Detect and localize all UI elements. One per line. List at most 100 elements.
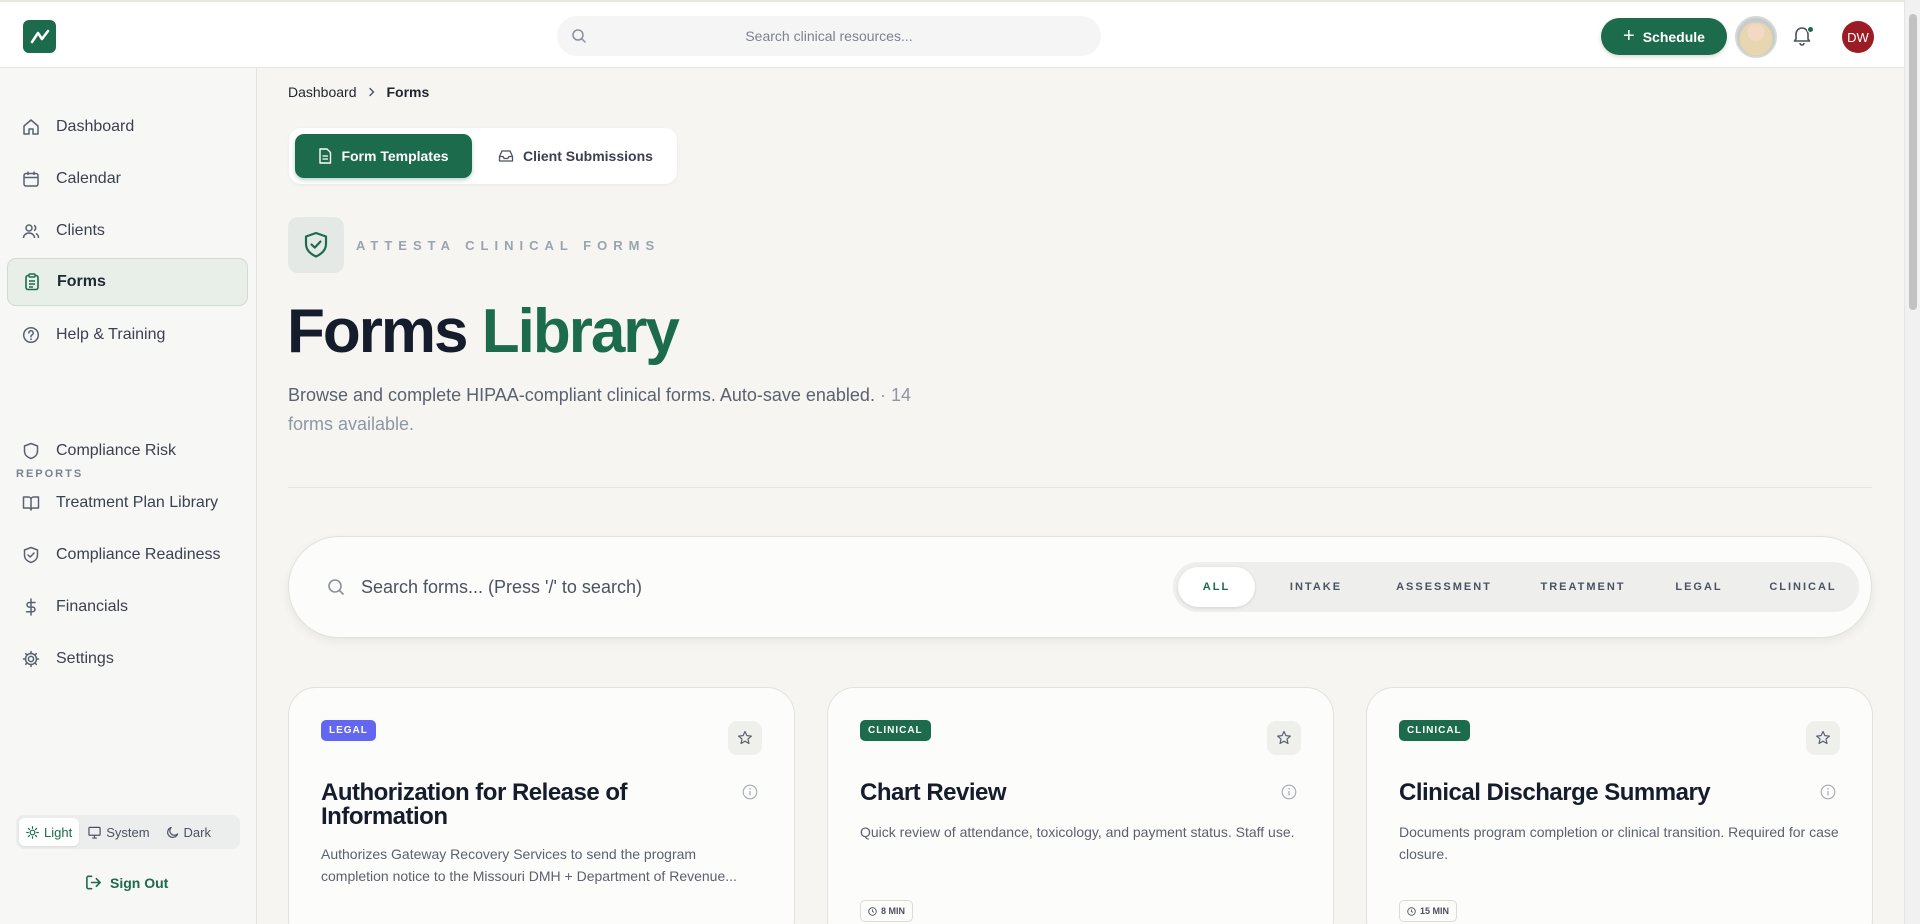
breadcrumb-dashboard[interactable]: Dashboard — [288, 84, 357, 100]
sidebar-item-forms[interactable]: Forms — [7, 258, 248, 306]
duration-label: 15 MIN — [1420, 906, 1450, 916]
tab-client-submissions-label: Client Submissions — [523, 148, 653, 164]
page-scrollbar[interactable] — [1904, 0, 1920, 924]
form-card-authorization[interactable]: LEGAL Authorization for Release of Infor… — [288, 687, 795, 924]
sidebar-item-compliance-risk[interactable]: Compliance Risk — [7, 427, 248, 475]
tab-form-templates[interactable]: Form Templates — [295, 134, 472, 178]
page-eyebrow: ATTESTA CLINICAL FORMS — [356, 238, 661, 253]
info-icon[interactable] — [1281, 784, 1297, 800]
sidebar-item-label: Calendar — [56, 170, 121, 187]
clipboard-icon — [22, 272, 42, 292]
search-icon — [572, 29, 586, 43]
sidebar-item-help[interactable]: Help & Training — [7, 311, 248, 359]
category-legal[interactable]: LEGAL — [1655, 567, 1743, 607]
logout-icon — [86, 875, 101, 890]
calendar-icon — [21, 169, 41, 189]
logo-icon — [30, 29, 49, 43]
category-treatment[interactable]: TREATMENT — [1521, 567, 1645, 607]
file-text-icon — [319, 148, 332, 164]
app-logo[interactable] — [23, 20, 56, 53]
help-circle-icon — [21, 325, 41, 345]
sidebar-item-settings[interactable]: Settings — [7, 635, 248, 683]
forms-shield-badge — [288, 217, 344, 273]
category-badge: CLINICAL — [860, 720, 931, 741]
tab-form-templates-label: Form Templates — [341, 148, 449, 164]
forms-tabs: Form Templates Client Submissions — [289, 128, 677, 184]
tab-client-submissions[interactable]: Client Submissions — [498, 134, 653, 178]
category-badge: LEGAL — [321, 720, 376, 741]
page-title-main: Forms — [287, 297, 468, 366]
forms-search-input[interactable]: Search forms... (Press '/' to search) — [305, 554, 1153, 620]
favorite-button[interactable] — [1806, 721, 1840, 755]
form-card-description: Documents program completion or clinical… — [1399, 824, 1839, 862]
user-photo-avatar[interactable] — [1735, 16, 1777, 58]
sidebar-item-treatment-plan-library[interactable]: Treatment Plan Library — [7, 479, 248, 527]
sidebar-item-calendar[interactable]: Calendar — [7, 155, 248, 203]
form-card-title: Clinical Discharge Summary — [1399, 779, 1711, 806]
user-avatar[interactable]: DW — [1842, 21, 1874, 53]
info-icon[interactable] — [1820, 784, 1836, 800]
page-subtitle: Browse and complete HIPAA-compliant clin… — [288, 381, 948, 439]
theme-system-option[interactable]: System — [81, 818, 156, 846]
theme-toggle: Light System Dark — [16, 815, 240, 849]
forms-filter-bar: Search forms... (Press '/' to search) AL… — [288, 536, 1872, 638]
category-badge: CLINICAL — [1399, 720, 1470, 741]
theme-system-label: System — [106, 824, 150, 840]
dollar-icon — [21, 597, 41, 617]
sidebar-item-clients[interactable]: Clients — [7, 207, 248, 255]
sign-out-label: Sign Out — [110, 874, 169, 891]
shield-icon — [21, 441, 41, 461]
schedule-label: Schedule — [1642, 28, 1705, 45]
favorite-button[interactable] — [728, 721, 762, 755]
home-icon — [21, 117, 41, 137]
divider — [288, 487, 1872, 488]
favorite-button[interactable] — [1267, 721, 1301, 755]
theme-light-option[interactable]: Light — [19, 818, 80, 846]
chevron-right-icon — [368, 87, 374, 97]
global-search-placeholder: Search clinical resources... — [745, 28, 913, 44]
page-title-accent: Library — [481, 297, 680, 366]
category-clinical[interactable]: CLINICAL — [1753, 567, 1853, 607]
global-search[interactable]: Search clinical resources... — [557, 16, 1101, 56]
category-intake[interactable]: INTAKE — [1265, 567, 1367, 607]
theme-dark-option[interactable]: Dark — [159, 818, 218, 846]
sidebar-item-label: Treatment Plan Library — [56, 494, 219, 511]
sidebar-item-label: Compliance Risk — [56, 442, 177, 459]
sun-icon — [26, 825, 39, 839]
sign-out-button[interactable]: Sign Out — [85, 874, 168, 891]
monitor-icon — [88, 826, 101, 839]
shield-check-icon — [304, 231, 328, 258]
sidebar-item-label: Financials — [56, 598, 129, 615]
sidebar-item-label: Help & Training — [56, 326, 166, 343]
sidebar-item-label: Clients — [56, 222, 105, 239]
category-assessment[interactable]: ASSESSMENT — [1377, 567, 1511, 607]
sidebar-item-dashboard[interactable]: Dashboard — [7, 103, 248, 151]
form-card-title: Authorization for Release of Information — [321, 779, 628, 830]
page-title: Forms Library — [287, 292, 680, 372]
scrollbar-thumb[interactable] — [1909, 14, 1917, 310]
search-icon — [328, 579, 344, 595]
top-bar: Search clinical resources... + Schedule … — [0, 0, 1904, 68]
breadcrumb-current: Forms — [386, 84, 430, 100]
book-icon — [21, 493, 41, 513]
duration-label: 8 MIN — [881, 906, 906, 916]
clock-icon — [1407, 906, 1416, 916]
plus-icon: + — [1623, 24, 1635, 47]
notification-dot — [1807, 26, 1814, 33]
duration-chip: 15 MIN — [1399, 900, 1458, 922]
form-card-discharge-summary[interactable]: CLINICAL Clinical Discharge Summary Docu… — [1366, 687, 1873, 924]
form-card-title: Chart Review — [860, 779, 1007, 806]
duration-chip: 8 MIN — [860, 900, 914, 922]
category-all[interactable]: ALL — [1178, 567, 1255, 607]
sidebar-item-compliance-readiness[interactable]: Compliance Readiness — [7, 531, 248, 579]
form-card-chart-review[interactable]: CLINICAL Chart Review Quick review of at… — [827, 687, 1334, 924]
star-icon — [738, 730, 752, 745]
forms-search-placeholder: Search forms... (Press '/' to search) — [361, 576, 642, 597]
info-icon[interactable] — [742, 784, 758, 800]
star-icon — [1816, 730, 1830, 745]
sidebar: Dashboard Calendar Clients Forms Help & … — [0, 68, 257, 924]
users-icon — [21, 221, 41, 241]
sidebar-item-financials[interactable]: Financials — [7, 583, 248, 631]
category-filter: ALL INTAKE ASSESSMENT TREATMENT LEGAL CL… — [1173, 562, 1859, 612]
schedule-button[interactable]: + Schedule — [1601, 18, 1727, 55]
